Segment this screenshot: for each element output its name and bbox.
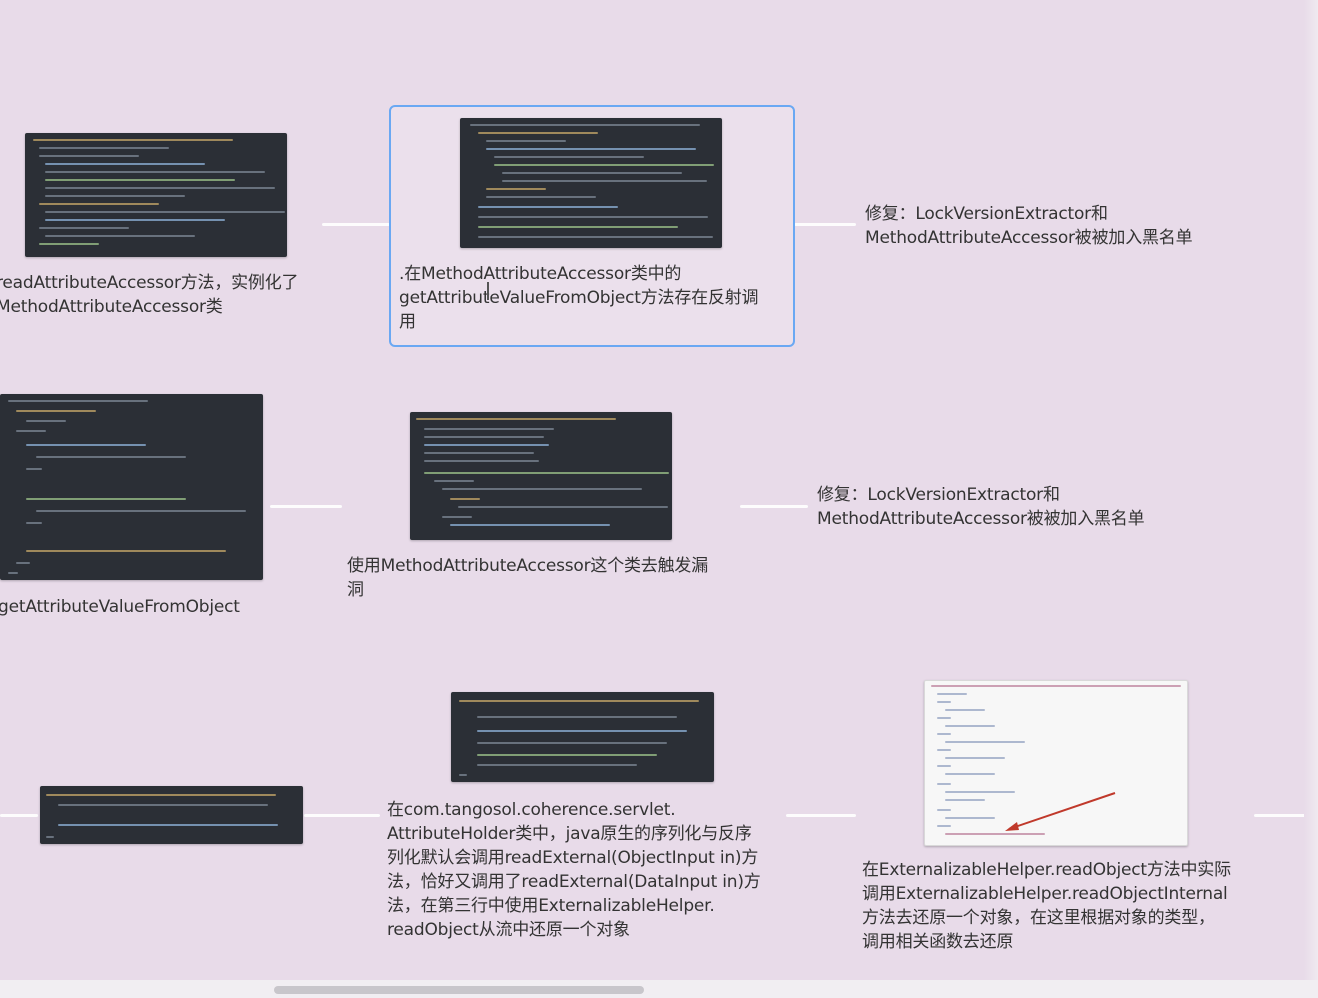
- node-r3-right-text[interactable]: 在ExternalizableHelper.readObject方法中实际 调用…: [862, 858, 1282, 954]
- horizontal-scrollbar[interactable]: [0, 980, 1318, 998]
- connector-r3-left: [0, 814, 38, 817]
- connector-r3-mid: [304, 814, 380, 817]
- connector-r2-right: [740, 505, 808, 508]
- connector-r1-left: [322, 223, 390, 226]
- mindmap-canvas[interactable]: readAttributeAccessor方法，实例化了 MethodAttri…: [0, 0, 1318, 998]
- node-r1-left-text[interactable]: readAttributeAccessor方法，实例化了 MethodAttri…: [0, 271, 326, 319]
- node-r1-right-text[interactable]: 修复：LockVersionExtractor和 MethodAttribute…: [865, 202, 1265, 250]
- red-arrow-icon: [1005, 792, 1116, 831]
- node-r3-center-text[interactable]: 在com.tangosol.coherence.servlet. Attribu…: [387, 798, 807, 942]
- node-r1-center-text[interactable]: .在MethodAttributeAccessor类中的 getAttribut…: [399, 262, 784, 334]
- node-r2-center-text[interactable]: 使用MethodAttributeAccessor这个类去触发漏 洞: [347, 554, 747, 602]
- window-edge: [1304, 0, 1318, 980]
- node-r2-right-text[interactable]: 修复：LockVersionExtractor和 MethodAttribute…: [817, 483, 1217, 531]
- code-screenshot-r3-right: [924, 680, 1188, 846]
- code-screenshot-r1-center: [460, 118, 722, 248]
- code-screenshot-r3-left: [40, 786, 303, 844]
- code-screenshot-r2-center: [410, 412, 672, 540]
- connector-r1-right: [794, 223, 856, 226]
- node-r2-left-text[interactable]: getAttributeValueFromObject: [0, 595, 298, 619]
- horizontal-scrollbar-thumb[interactable]: [274, 986, 644, 994]
- code-screenshot-r2-left: [0, 394, 263, 580]
- code-screenshot-r1-left: [25, 133, 287, 257]
- connector-r2-left: [270, 505, 342, 508]
- text-cursor-icon: [487, 282, 489, 300]
- code-screenshot-r3-center: [451, 692, 714, 782]
